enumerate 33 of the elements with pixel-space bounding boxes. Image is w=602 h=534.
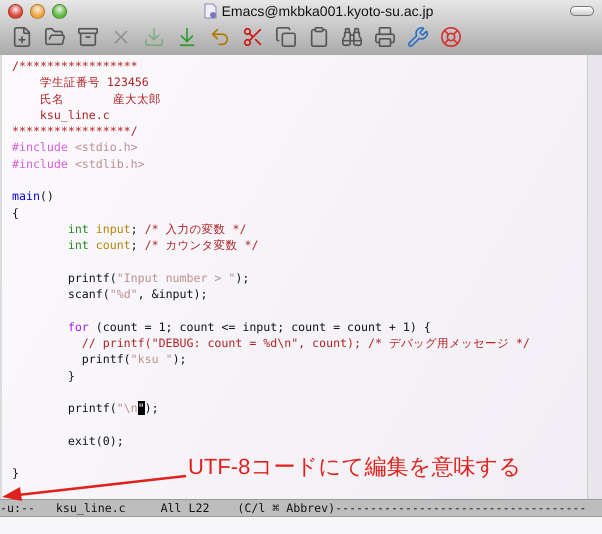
code-line: } bbox=[66, 368, 75, 384]
code-line: printf("ksu "); bbox=[80, 351, 187, 368]
code-line: // printf("DEBUG: count = %d\n", count); /* デバッグ用メッセージ */ bbox=[80, 335, 530, 352]
code-line: exit(0); bbox=[66, 432, 124, 450]
code-line: /***************** bbox=[12, 58, 138, 74]
code-line: main() bbox=[12, 188, 54, 205]
copy-icon[interactable] bbox=[274, 25, 298, 49]
printer-icon[interactable] bbox=[373, 25, 397, 49]
annotation-text: UTF-8コードにて編集を意味する bbox=[188, 453, 522, 481]
window-title: Emacs@mkbka001.kyoto-su.ac.jp bbox=[222, 3, 434, 19]
code-line: *****************/ bbox=[12, 123, 138, 140]
code-line: scanf("%d", &input); bbox=[66, 286, 208, 302]
lifebuoy-icon[interactable] bbox=[439, 25, 463, 49]
code-line: int input; /* 入力の変数 */ bbox=[66, 220, 247, 238]
wrench-icon[interactable] bbox=[406, 25, 430, 49]
code-line: } bbox=[12, 465, 19, 482]
binoculars-icon[interactable] bbox=[340, 25, 364, 49]
minimize-window-icon[interactable] bbox=[30, 4, 45, 18]
code-line: int count; /* カウンタ変数 */ bbox=[66, 237, 259, 254]
code-line: 学生証番号 123456 bbox=[38, 74, 149, 91]
code-line: #include <stdio.h> bbox=[12, 139, 138, 156]
code-line: 氏名 産大太郎 bbox=[38, 90, 161, 107]
document-icon bbox=[204, 3, 217, 19]
code-line: { bbox=[12, 204, 19, 221]
code-line: printf("\n"); bbox=[66, 400, 159, 417]
toolbar-toggle-button[interactable] bbox=[570, 6, 594, 16]
close-window-icon[interactable] bbox=[8, 4, 23, 18]
scrollbar[interactable] bbox=[587, 55, 602, 499]
code-line: for (count = 1; count <= input; count = count + 1) { bbox=[66, 318, 431, 336]
code-line: printf("Input number > "); bbox=[66, 270, 250, 286]
zoom-window-icon[interactable] bbox=[52, 4, 67, 18]
code-line: ksu_line.c bbox=[38, 106, 110, 124]
code-line: #include <stdlib.h> bbox=[12, 156, 145, 172]
